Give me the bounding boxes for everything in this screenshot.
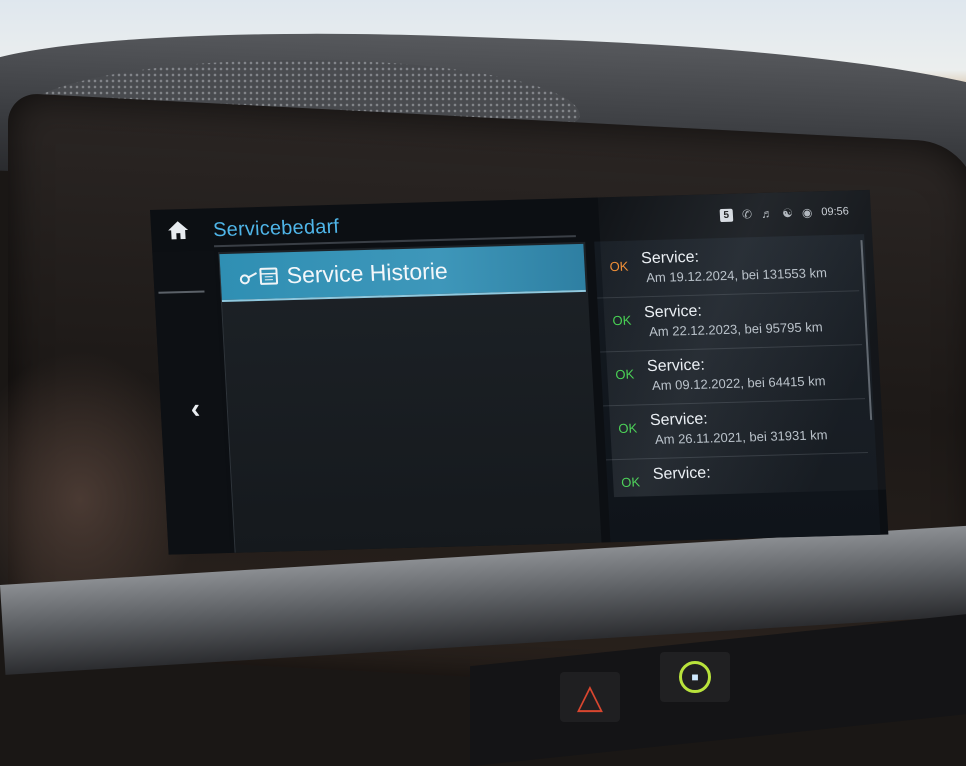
entry-title: Service: — [647, 357, 706, 377]
status-ok-badge: OK — [621, 474, 641, 490]
history-entry[interactable]: OK Service: Am 22.12.2023, bei 95795 km — [597, 292, 862, 352]
infotainment-screen: Servicebedarf 5 ✆ ♬ ☯ ◉ 09:56 ‹ Service … — [150, 190, 888, 555]
history-entry[interactable]: OK Service: — [606, 454, 871, 513]
entry-title: Service: — [649, 411, 708, 431]
menu-list: Service Historie — [218, 242, 601, 553]
home-icon[interactable] — [167, 219, 190, 242]
page-title: Servicebedarf — [213, 216, 340, 242]
entry-title: Service: — [652, 464, 711, 484]
status-ok-badge: OK — [609, 259, 629, 275]
status-bar: 5 ✆ ♬ ☯ ◉ 09:56 — [719, 204, 849, 222]
list-item-service-historie[interactable]: Service Historie — [219, 244, 585, 302]
status-ok-badge: OK — [612, 313, 632, 329]
gps-icon: ◉ — [801, 206, 812, 220]
user-icon: ☯ — [782, 206, 794, 220]
status-ok-badge: OK — [618, 420, 638, 436]
list-item-label: Service Historie — [286, 257, 448, 288]
phone-icon: ✆ — [742, 207, 753, 221]
hazard-warning-icon: △ — [577, 677, 603, 717]
entry-detail: Am 26.11.2021, bei 31931 km — [655, 427, 828, 447]
entry-title: Service: — [644, 303, 703, 323]
speaker-icon: ♬ — [761, 207, 774, 221]
car-lock-icon: ■ — [679, 661, 711, 693]
entry-detail: Am 09.12.2022, bei 64415 km — [652, 373, 826, 393]
chevron-left-icon[interactable]: ‹ — [190, 393, 201, 425]
car-lock-button[interactable]: ■ — [660, 652, 730, 702]
history-entry[interactable]: OK Service: Am 26.11.2021, bei 31931 km — [603, 400, 868, 460]
sidebar-accent-line — [158, 291, 204, 294]
key-calendar-icon — [236, 264, 281, 287]
entry-detail: Am 19.12.2024, bei 131553 km — [646, 265, 827, 285]
hazard-button[interactable]: △ — [560, 672, 620, 722]
entry-title: Service: — [641, 249, 700, 269]
history-entry[interactable]: OK Service: Am 09.12.2022, bei 64415 km — [600, 346, 865, 406]
notification-badge: 5 — [719, 208, 733, 221]
status-ok-badge: OK — [615, 367, 635, 383]
clock: 09:56 — [821, 205, 849, 218]
history-entry[interactable]: OK Service: Am 19.12.2024, bei 131553 km — [594, 238, 859, 298]
entry-detail: Am 22.12.2023, bei 95795 km — [649, 319, 823, 339]
service-history-list: OK Service: Am 19.12.2024, bei 131553 km… — [594, 234, 880, 542]
